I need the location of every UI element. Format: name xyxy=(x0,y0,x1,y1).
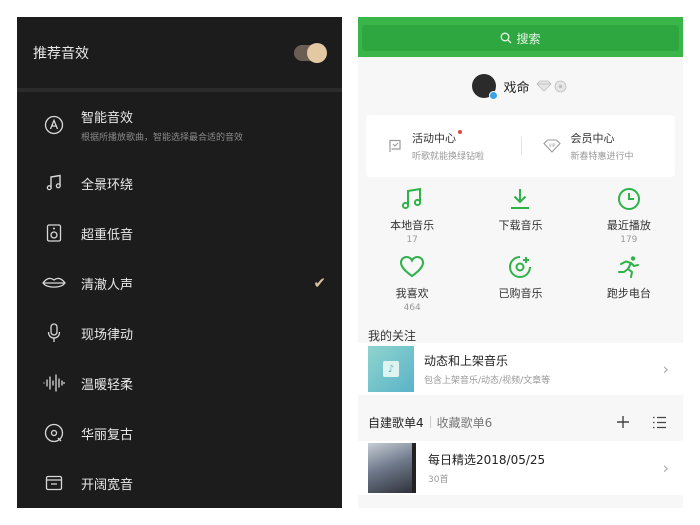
notification-dot xyxy=(458,130,462,134)
search-icon xyxy=(501,32,512,44)
letter-a-circle-icon xyxy=(41,112,67,138)
music-note-icon xyxy=(400,185,424,213)
speaker-icon xyxy=(41,220,67,246)
quick-access-grid: 本地音乐 17 下载音乐 最近播放 179 我喜欢 464 已购音乐 跑步电台 xyxy=(358,177,683,321)
vip-center-sub: 新春特惠进行中 xyxy=(570,152,634,162)
grid-label: 最近播放 xyxy=(606,219,651,232)
effect-label: 全景环绕 xyxy=(81,177,134,193)
toggle-knob xyxy=(307,42,327,63)
search-label: 搜索 xyxy=(516,31,541,46)
playlist-tabs: 自建歌单4 收藏歌单6 xyxy=(358,403,683,441)
recommended-effects-title: 推荐音效 xyxy=(33,45,89,62)
lips-icon xyxy=(41,270,67,296)
tab-created-playlists[interactable]: 自建歌单4 xyxy=(368,414,424,431)
effect-item-panoramic[interactable]: 全景环绕 xyxy=(17,158,342,208)
grid-label: 下载音乐 xyxy=(498,219,543,232)
username[interactable]: 戏命 xyxy=(503,77,529,96)
chevron-right-icon: › xyxy=(662,458,669,478)
effect-item-smart[interactable]: 智能音效 根据所播放歌曲，智能选择最合适的音效 xyxy=(17,92,342,158)
grid-label: 已购音乐 xyxy=(498,287,543,300)
purchased-icon xyxy=(508,253,532,281)
effect-list: 智能音效 根据所播放歌曲，智能选择最合适的音效 全景环绕 超重低音 清澈人声 ✔ xyxy=(17,92,342,508)
avatar[interactable] xyxy=(472,74,499,100)
follow-section-title: 我的关注 xyxy=(368,329,417,343)
list-manage-icon[interactable] xyxy=(652,416,667,429)
download-icon xyxy=(508,185,532,213)
runner-icon xyxy=(617,253,641,281)
flag-icon xyxy=(388,139,402,153)
grid-count: 179 xyxy=(620,235,638,245)
box-icon xyxy=(41,470,67,496)
sound-effect-panel: 推荐音效 智能音效 根据所播放歌曲，智能选择最合适的音效 全景环绕 超重低音 清… xyxy=(17,17,342,508)
search-header: 搜索 xyxy=(358,17,683,57)
verified-badge-icon xyxy=(489,91,499,100)
effect-label: 开阔宽音 xyxy=(81,477,134,493)
effect-label: 清澈人声 xyxy=(81,277,134,293)
effect-item-retro[interactable]: 华丽复古 xyxy=(17,408,342,458)
waveform-icon xyxy=(41,370,67,396)
follow-title: 动态和上架音乐 xyxy=(424,354,509,368)
playlist-title: 每日精选2018/05/25 xyxy=(428,453,546,467)
promo-divider xyxy=(520,137,522,155)
effect-label: 现场律动 xyxy=(81,327,134,343)
diamond-badge-icon[interactable] xyxy=(535,80,552,92)
grid-running-radio[interactable]: 跑步电台 xyxy=(575,253,683,321)
clock-icon xyxy=(617,185,641,213)
tab-collected-playlists[interactable]: 收藏歌单6 xyxy=(437,414,493,431)
svg-text:VIP: VIP xyxy=(548,143,555,148)
grid-count: 17 xyxy=(406,235,418,245)
selected-check-icon: ✔ xyxy=(313,274,326,292)
microphone-icon xyxy=(41,320,67,346)
follow-sub: 包含上架音乐/动态/视频/文章等 xyxy=(424,376,551,386)
activity-center-sub: 听歌就能换绿钻啦 xyxy=(412,152,485,162)
grid-purchased[interactable]: 已购音乐 xyxy=(466,253,574,321)
vip-center-title: 会员中心 xyxy=(570,132,615,145)
effect-label: 温暖轻柔 xyxy=(81,377,134,393)
grid-local-music[interactable]: 本地音乐 17 xyxy=(358,185,466,253)
music-note-icon: ♪ xyxy=(383,361,399,377)
music-note-icon xyxy=(41,170,67,196)
recommended-effects-header: 推荐音效 xyxy=(17,17,342,92)
tab-divider xyxy=(429,416,431,428)
playlist-cover xyxy=(368,443,416,493)
grid-label: 我喜欢 xyxy=(395,287,429,300)
add-icon[interactable] xyxy=(616,415,630,429)
grid-count: 464 xyxy=(403,303,421,313)
vip-diamond-icon: VIP xyxy=(542,139,561,153)
effect-label: 华丽复古 xyxy=(81,427,134,443)
music-home-panel: 搜索 戏命 活动中心 听歌就能换绿钻啦 VIP 会员中心 新春特惠进行中 本地音… xyxy=(358,17,683,508)
follow-item[interactable]: ♪ 动态和上架音乐 包含上架音乐/动态/视频/文章等 › xyxy=(358,343,683,395)
promo-card: 活动中心 听歌就能换绿钻啦 VIP 会员中心 新春特惠进行中 xyxy=(366,115,675,177)
effect-item-vocal[interactable]: 清澈人声 ✔ xyxy=(17,258,342,308)
effect-label: 超重低音 xyxy=(81,227,134,243)
vinyl-icon xyxy=(41,420,67,446)
effect-item-live[interactable]: 现场律动 xyxy=(17,308,342,358)
effect-label: 智能音效 xyxy=(81,111,134,126)
follow-thumbnail: ♪ xyxy=(368,346,414,392)
effect-item-bass[interactable]: 超重低音 xyxy=(17,208,342,258)
grid-label: 跑步电台 xyxy=(606,287,651,300)
effect-item-warm[interactable]: 温暖轻柔 xyxy=(17,358,342,408)
profile-row[interactable]: 戏命 xyxy=(358,57,683,115)
playlist-actions xyxy=(594,415,667,429)
playlist-item[interactable]: 每日精选2018/05/25 30首 › xyxy=(358,441,683,495)
playlist-count: 30首 xyxy=(428,475,449,485)
grid-downloads[interactable]: 下载音乐 xyxy=(466,185,574,253)
chevron-right-icon: › xyxy=(662,359,669,379)
grid-recent[interactable]: 最近播放 179 xyxy=(575,185,683,253)
search-bar[interactable]: 搜索 xyxy=(362,25,679,51)
grid-favorites[interactable]: 我喜欢 464 xyxy=(358,253,466,321)
heart-icon xyxy=(399,253,425,281)
grid-label: 本地音乐 xyxy=(390,219,435,232)
effect-desc: 根据所播放歌曲，智能选择最合适的音效 xyxy=(81,133,244,143)
recommended-effects-toggle[interactable] xyxy=(294,42,327,63)
vip-center[interactable]: VIP 会员中心 新春特惠进行中 xyxy=(521,130,676,162)
activity-center[interactable]: 活动中心 听歌就能换绿钻啦 xyxy=(366,130,521,162)
vinyl-badge-icon[interactable] xyxy=(554,80,567,93)
effect-item-wide[interactable]: 开阔宽音 xyxy=(17,458,342,508)
activity-center-title: 活动中心 xyxy=(412,132,456,145)
